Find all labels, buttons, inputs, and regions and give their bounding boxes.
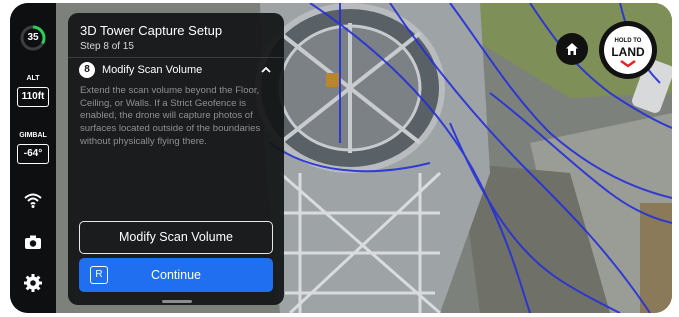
- chevron-up-icon[interactable]: [260, 64, 272, 76]
- land-label: LAND: [611, 45, 645, 59]
- status-rail: 35 ALT 110ft GIMBAL -64°: [10, 3, 56, 313]
- step-counter: Step 8 of 15: [80, 41, 134, 52]
- step-description: Extend the scan volume beyond the Floor,…: [80, 85, 261, 147]
- land-button-face: HOLD TO LAND: [604, 26, 652, 74]
- step-number-badge: 8: [79, 62, 95, 78]
- land-small-label: HOLD TO: [614, 38, 642, 44]
- land-arrow-icon: [620, 60, 636, 68]
- gimbal-value: -64°: [17, 144, 49, 164]
- camera-icon[interactable]: [23, 232, 43, 252]
- gear-icon[interactable]: [23, 273, 43, 293]
- step-title: Modify Scan Volume: [102, 64, 203, 76]
- hold-to-land-button[interactable]: HOLD TO LAND: [599, 21, 657, 79]
- battery-level: 35: [27, 32, 39, 43]
- modify-scan-volume-button[interactable]: Modify Scan Volume: [79, 221, 273, 254]
- drone-screen: 35 ALT 110ft GIMBAL -64° 3D Tower Captur…: [10, 3, 672, 313]
- alt-label: ALT: [26, 75, 40, 82]
- gimbal-label: GIMBAL: [19, 132, 47, 139]
- continue-label: Continue: [150, 268, 202, 282]
- panel-title: 3D Tower Capture Setup: [80, 23, 223, 38]
- home-icon: [566, 43, 578, 55]
- continue-button[interactable]: R Continue: [79, 258, 273, 292]
- wifi-icon[interactable]: [23, 190, 43, 210]
- drag-handle[interactable]: [162, 300, 192, 303]
- r-key-hint: R: [90, 266, 108, 284]
- home-button[interactable]: [556, 33, 588, 65]
- setup-panel: 3D Tower Capture Setup Step 8 of 15 8 Mo…: [68, 13, 284, 305]
- divider: [68, 57, 284, 58]
- alt-value: 110ft: [17, 87, 49, 107]
